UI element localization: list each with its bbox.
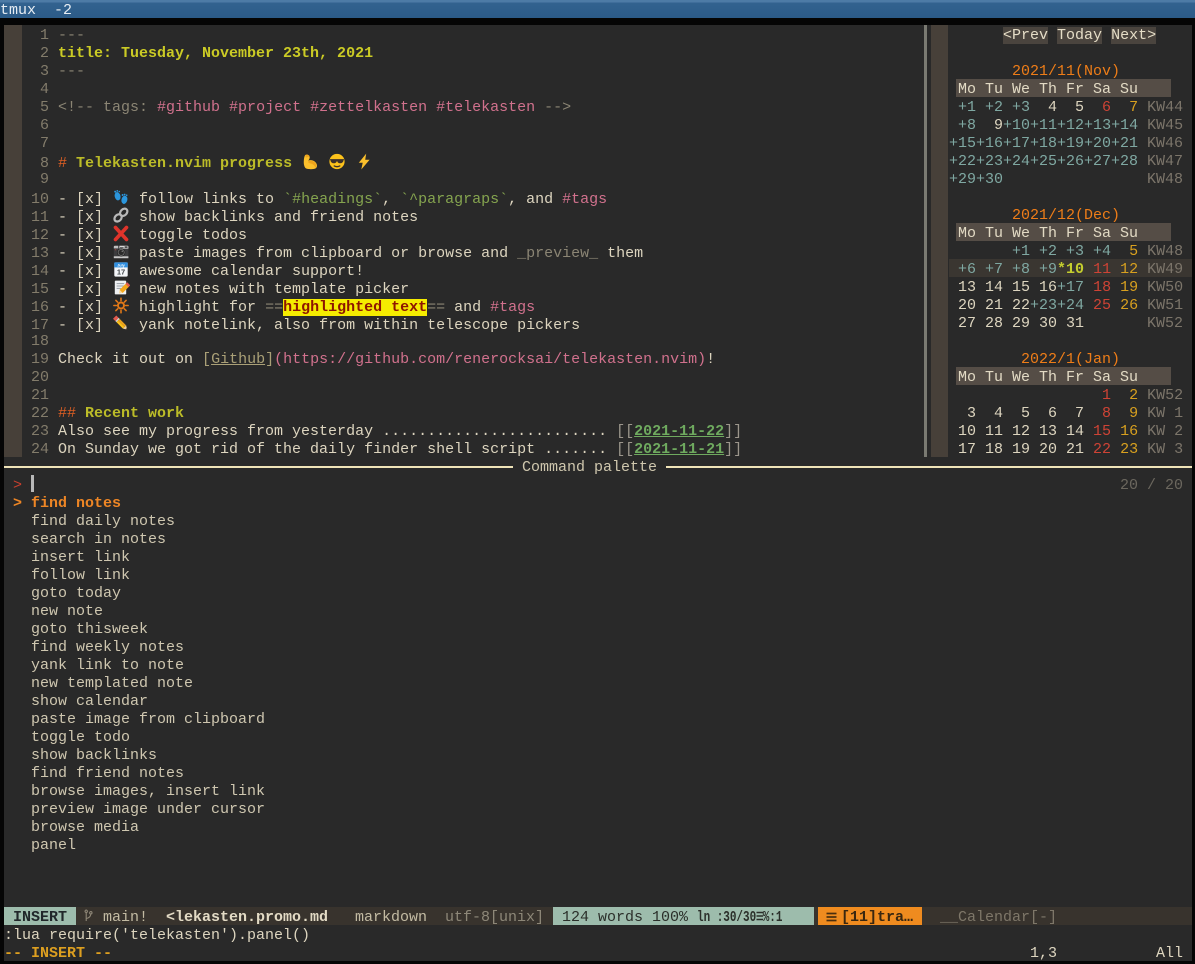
svg-text:17: 17 bbox=[117, 268, 125, 277]
